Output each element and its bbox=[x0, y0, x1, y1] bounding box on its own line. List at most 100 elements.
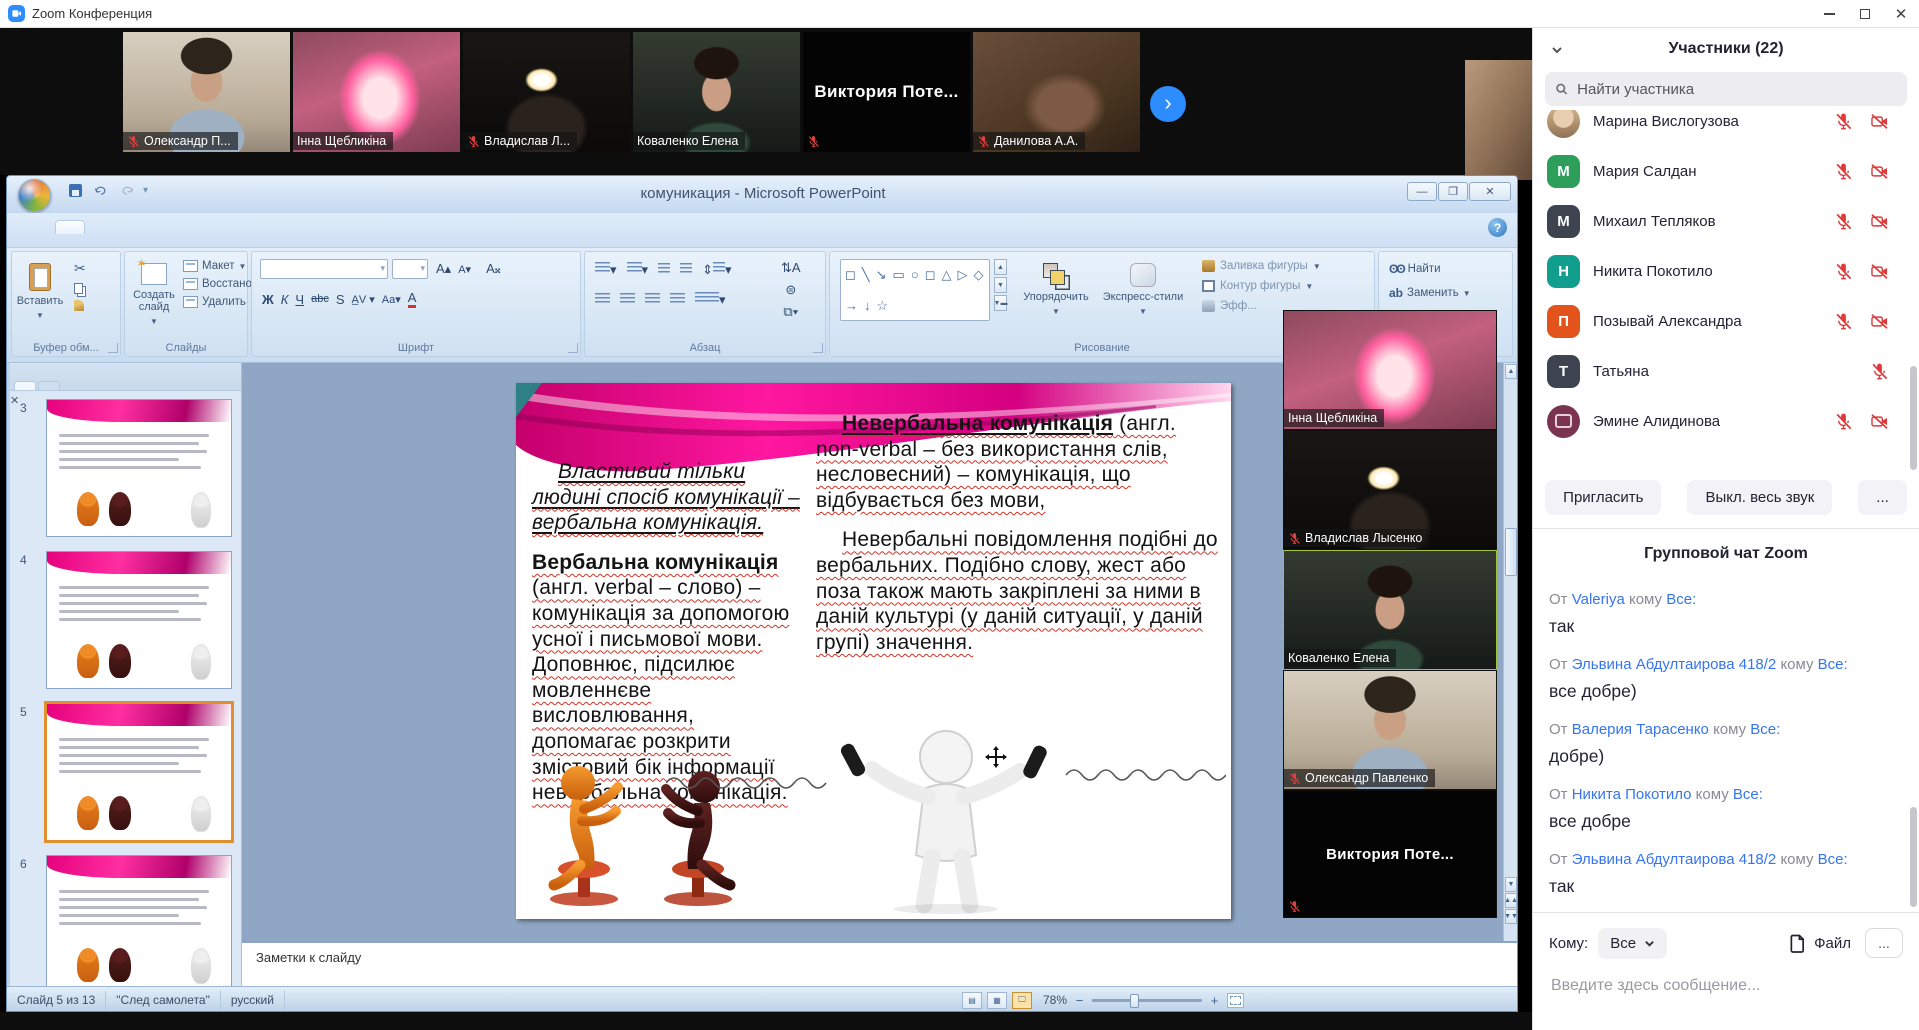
text-direction-button[interactable]: ⇅A bbox=[781, 260, 801, 276]
slide-thumbnail[interactable]: 3 bbox=[10, 399, 241, 539]
participant-row[interactable]: Т Татьяна bbox=[1533, 346, 1919, 396]
ribbon-tab[interactable] bbox=[55, 220, 85, 234]
redo-button[interactable] bbox=[117, 181, 137, 199]
increase-indent-button[interactable] bbox=[680, 263, 692, 278]
chat-scrollbar[interactable] bbox=[1910, 585, 1917, 912]
video-tile[interactable]: Виктория Поте... Виктория Поте... bbox=[1283, 790, 1497, 918]
font-size-combo[interactable] bbox=[392, 259, 428, 279]
video-tile[interactable]: Владислав Лысенко Владислав Лысенко bbox=[1283, 430, 1497, 550]
shapes-gallery[interactable]: ◻╲↘▭○◻ △▷◇→↓☆ bbox=[840, 259, 990, 321]
video-tile[interactable]: Олександр Павленко Олександр Павленко bbox=[1283, 670, 1497, 790]
copy-button[interactable] bbox=[74, 283, 86, 294]
bold-button[interactable]: Ж bbox=[262, 292, 274, 307]
pane-tab[interactable] bbox=[38, 381, 60, 390]
justify-button[interactable] bbox=[670, 293, 685, 308]
chat-more-button[interactable]: ... bbox=[1865, 928, 1903, 958]
participants-more-button[interactable]: ... bbox=[1858, 480, 1907, 515]
line-spacing-button[interactable]: ⇕▾ bbox=[702, 262, 731, 278]
paste-button[interactable]: Вставить▼ bbox=[17, 257, 63, 337]
align-left-button[interactable] bbox=[595, 293, 610, 308]
quick-styles-button[interactable]: Экспресс-стили▼ bbox=[1098, 257, 1188, 337]
dialog-launcher-icon[interactable] bbox=[813, 343, 823, 353]
dialog-launcher-icon[interactable] bbox=[108, 343, 118, 353]
slide-thumbnail[interactable]: 5 bbox=[10, 703, 241, 843]
find-button[interactable]: ʘʘНайти bbox=[1389, 262, 1471, 276]
slide-thumbnail[interactable]: 6 bbox=[10, 855, 241, 986]
shrink-font-button[interactable]: A▾ bbox=[458, 263, 471, 276]
bullets-button[interactable]: ▾ bbox=[595, 262, 617, 278]
align-text-button[interactable]: ⊜ bbox=[785, 282, 796, 298]
zoom-out-button[interactable]: − bbox=[1072, 993, 1087, 1008]
video-tile[interactable]: Інна Щебликіна Інна Щебликіна bbox=[293, 32, 460, 152]
pane-tab[interactable] bbox=[14, 381, 36, 390]
video-tile[interactable]: Данилова А.А. Данилова А.А. bbox=[973, 32, 1140, 152]
slideshow-button[interactable]: 🖵 bbox=[1012, 992, 1032, 1009]
office-button[interactable] bbox=[18, 179, 51, 212]
ribbon-tab[interactable] bbox=[197, 221, 225, 234]
help-icon[interactable]: ? bbox=[1488, 218, 1507, 237]
scrollbar-thumb[interactable] bbox=[1910, 807, 1917, 907]
ribbon-tab[interactable] bbox=[169, 221, 197, 234]
fit-to-window-button[interactable] bbox=[1227, 993, 1244, 1008]
participant-search[interactable] bbox=[1545, 72, 1907, 106]
video-tile[interactable]: Коваленко Елена Коваленко Елена bbox=[633, 32, 800, 152]
slide-thumbnail[interactable]: 4 bbox=[10, 551, 241, 691]
participant-row[interactable]: Эмине Алидинова bbox=[1533, 396, 1919, 446]
scroll-up-icon[interactable]: ▲ bbox=[1505, 364, 1517, 379]
ppt-restore-button[interactable]: ❐ bbox=[1438, 182, 1468, 201]
next-slide-icon[interactable]: ▼▼ bbox=[1505, 909, 1517, 924]
video-tile[interactable]: Коваленко Елена Коваленко Елена bbox=[1283, 550, 1497, 670]
ribbon-tab[interactable] bbox=[85, 221, 113, 234]
shape-fill-button[interactable]: Заливка фигуры▼ bbox=[1202, 260, 1321, 272]
ppt-close-button[interactable]: ✕ bbox=[1469, 182, 1511, 201]
send-file-button[interactable]: Файл bbox=[1789, 934, 1851, 953]
chat-message-input[interactable] bbox=[1549, 976, 1903, 996]
gallery-down-icon[interactable]: ▼ bbox=[994, 277, 1007, 293]
character-spacing-button[interactable]: A̲V ▾ bbox=[352, 293, 375, 306]
qat-customize-icon[interactable]: ▾ bbox=[143, 185, 148, 196]
strikethrough-button[interactable]: abc bbox=[311, 293, 329, 305]
ribbon-tab[interactable] bbox=[113, 221, 141, 234]
gallery-up-icon[interactable]: ▲ bbox=[994, 259, 1007, 275]
zoom-slider-thumb[interactable] bbox=[1130, 994, 1139, 1008]
format-painter-button[interactable] bbox=[74, 300, 86, 311]
slide-canvas[interactable]: Властивий тільки людині спосіб комунікац… bbox=[516, 383, 1231, 919]
change-case-button[interactable]: Aa▾ bbox=[382, 293, 401, 306]
grow-font-button[interactable]: A▴ bbox=[436, 261, 451, 277]
scroll-down-icon[interactable]: ▼ bbox=[1505, 877, 1517, 892]
normal-view-button[interactable]: ▤ bbox=[962, 992, 982, 1009]
video-tile[interactable]: Інна Щебликіна Інна Щебликіна bbox=[1283, 310, 1497, 430]
notes-panel[interactable]: Заметки к слайду bbox=[242, 941, 1517, 986]
ribbon-tab[interactable] bbox=[141, 221, 169, 234]
decrease-indent-button[interactable] bbox=[658, 263, 670, 278]
dialog-launcher-icon[interactable] bbox=[568, 343, 578, 353]
cut-button[interactable]: ✂ bbox=[74, 260, 86, 277]
close-button[interactable]: ✕ bbox=[1883, 0, 1919, 28]
minimize-button[interactable] bbox=[1811, 0, 1847, 28]
columns-button[interactable]: ▾ bbox=[695, 292, 726, 308]
scrollbar-thumb[interactable] bbox=[1505, 528, 1517, 576]
gallery-next-button[interactable]: › bbox=[1150, 86, 1186, 122]
previous-slide-icon[interactable]: ▲▲ bbox=[1505, 893, 1517, 908]
shadow-button[interactable]: S bbox=[336, 292, 345, 307]
slide-sorter-button[interactable]: ▦ bbox=[987, 992, 1007, 1009]
ppt-minimize-button[interactable]: — bbox=[1407, 182, 1437, 201]
undo-button[interactable] bbox=[91, 181, 111, 199]
video-tile[interactable]: Олександр П... Олександр П... bbox=[123, 32, 290, 152]
italic-button[interactable]: К bbox=[281, 292, 289, 307]
video-tile[interactable]: Виктория Поте... Виктория Поте... bbox=[803, 32, 970, 152]
align-right-button[interactable] bbox=[645, 293, 660, 308]
font-color-button[interactable]: A bbox=[408, 290, 417, 308]
clear-formatting-button[interactable]: A𝄪 bbox=[486, 261, 501, 277]
video-tile[interactable]: Владислав Л... Владислав Л... bbox=[463, 32, 630, 152]
save-button[interactable] bbox=[65, 181, 85, 199]
font-family-combo[interactable] bbox=[260, 259, 388, 279]
search-input[interactable] bbox=[1575, 80, 1897, 99]
zoom-slider[interactable] bbox=[1092, 999, 1202, 1002]
zoom-in-button[interactable]: + bbox=[1207, 993, 1222, 1008]
ribbon-tab[interactable] bbox=[225, 221, 253, 234]
participant-row[interactable]: П Позывай Александра bbox=[1533, 296, 1919, 346]
mute-all-button[interactable]: Выкл. весь звук bbox=[1687, 480, 1832, 515]
smartart-convert-button[interactable]: ⧉▾ bbox=[783, 304, 798, 320]
participant-row[interactable]: М Мария Салдан bbox=[1533, 146, 1919, 196]
